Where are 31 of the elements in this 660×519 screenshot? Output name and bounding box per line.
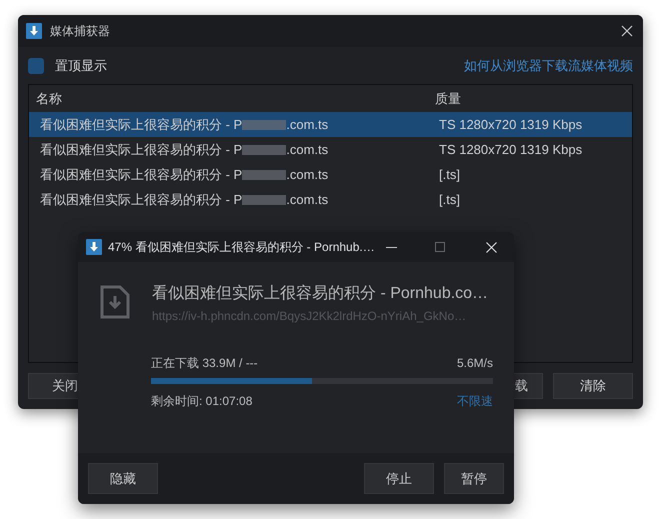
quality-cell-text: TS 1280x720 1319 Kbps: [439, 116, 582, 134]
file-name: 看似困难但实际上很容易的积分 - P .com.ts: [39, 116, 330, 134]
file-name: 看似困难但实际上很容易的积分 - P .com.ts: [39, 190, 330, 209]
maximize-icon[interactable]: [435, 242, 445, 252]
stop-button[interactable]: 停止: [364, 463, 434, 494]
close-icon[interactable]: [621, 25, 633, 37]
file-name: 看似困难但实际上很容易的积分 - P .com.ts: [39, 166, 330, 184]
window-title: 47% 看似困难但实际上很容易的积分 - Pornhub.…: [108, 239, 376, 256]
help-link[interactable]: 如何从浏览器下载流媒体视频: [464, 56, 633, 76]
checkbox-label: 置顶显示: [55, 56, 108, 75]
column-header: 质量: [435, 90, 461, 108]
close-icon[interactable]: [486, 242, 497, 252]
quality-cell-text: [.ts]: [439, 190, 460, 209]
quality-cell-text: [.ts]: [439, 166, 460, 184]
clear-button[interactable]: 清除: [553, 373, 633, 399]
window-title: 媒体捕获器: [50, 23, 111, 40]
table-row[interactable]: 看似困难但实际上很容易的积分 - P .com.ts [.ts]: [29, 162, 632, 187]
file-download-icon: [100, 285, 130, 319]
file-name: 看似困难但实际上很容易的积分 - P .com.ts: [39, 140, 330, 159]
hide-button[interactable]: 隐藏: [88, 463, 158, 494]
pin-checkbox[interactable]: [28, 58, 44, 74]
download-speed: 5.6M/s: [456, 355, 493, 372]
table-row[interactable]: 看似困难但实际上很容易的积分 - P .com.ts [.ts]: [29, 187, 632, 212]
pause-button[interactable]: 暂停: [444, 463, 504, 494]
file-name: 看似困难但实际上很容易的积分 - Pornhub.co…: [152, 284, 488, 304]
table-row[interactable]: 看似困难但实际上很容易的积分 - P .com.ts TS 1280x720 1319 Kbps: [29, 112, 632, 137]
download-status: 正在下载 33.9M / ---: [151, 355, 258, 372]
quality-cell-text: TS 1280x720 1319 Kbps: [439, 140, 582, 159]
column-header: 名称: [35, 90, 63, 108]
remaining-time: 剩余时间: 01:07:08: [151, 393, 252, 410]
table-row[interactable]: 看似困难但实际上很容易的积分 - P .com.ts TS 1280x720 1319 Kbps: [29, 137, 632, 162]
